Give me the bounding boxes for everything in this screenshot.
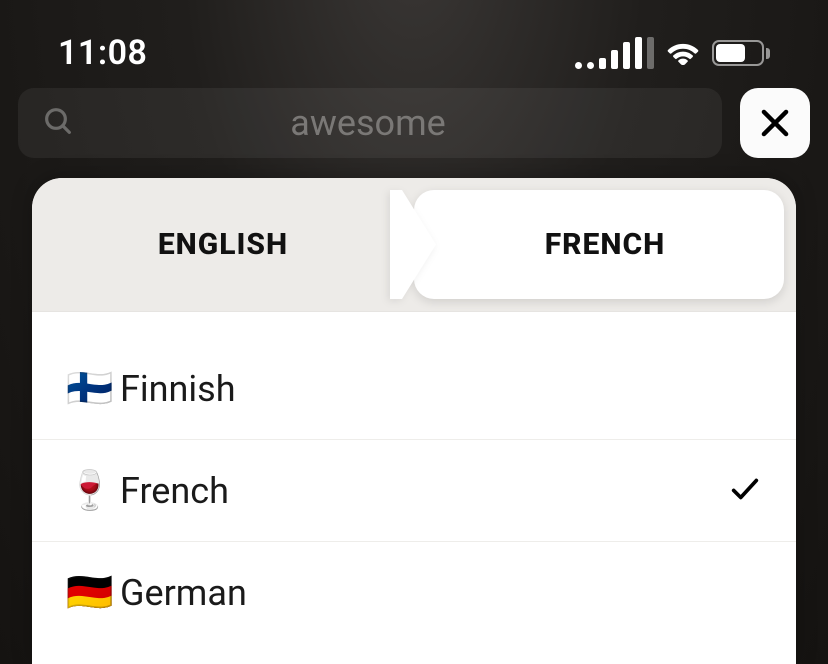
search-row: awesome xyxy=(0,78,828,158)
language-label: Finnish xyxy=(120,368,762,410)
language-list: 🇫🇮 Finnish 🍷 French 🇩🇪 German xyxy=(32,312,796,644)
close-button[interactable] xyxy=(740,88,810,158)
cellular-icon xyxy=(575,37,654,69)
flag-icon: 🍷 xyxy=(66,469,120,513)
tab-source-label: ENGLISH xyxy=(158,227,288,262)
battery-icon xyxy=(712,40,770,66)
tab-target-language[interactable]: FRENCH xyxy=(414,178,796,311)
tab-target-label: FRENCH xyxy=(545,227,666,262)
language-tabs: ENGLISH FRENCH xyxy=(32,178,796,312)
list-item[interactable]: 🇫🇮 Finnish xyxy=(32,338,796,440)
close-icon xyxy=(756,104,794,142)
tab-source-language[interactable]: ENGLISH xyxy=(32,178,414,311)
list-item[interactable]: 🍷 French xyxy=(32,440,796,542)
list-item[interactable]: 🇩🇪 German xyxy=(32,542,796,644)
search-value: awesome xyxy=(38,102,698,144)
flag-icon: 🇫🇮 xyxy=(66,367,120,411)
status-bar: 11:08 xyxy=(0,0,828,78)
language-label: French xyxy=(120,470,728,512)
language-panel: ENGLISH FRENCH 🇫🇮 Finnish 🍷 French 🇩🇪 Ge… xyxy=(32,178,796,664)
wifi-icon xyxy=(666,40,700,66)
status-time: 11:08 xyxy=(58,33,147,73)
language-label: German xyxy=(120,572,762,614)
status-indicators xyxy=(575,37,770,69)
search-input[interactable]: awesome xyxy=(18,88,722,158)
flag-icon: 🇩🇪 xyxy=(66,571,120,615)
checkmark-icon xyxy=(728,472,762,510)
